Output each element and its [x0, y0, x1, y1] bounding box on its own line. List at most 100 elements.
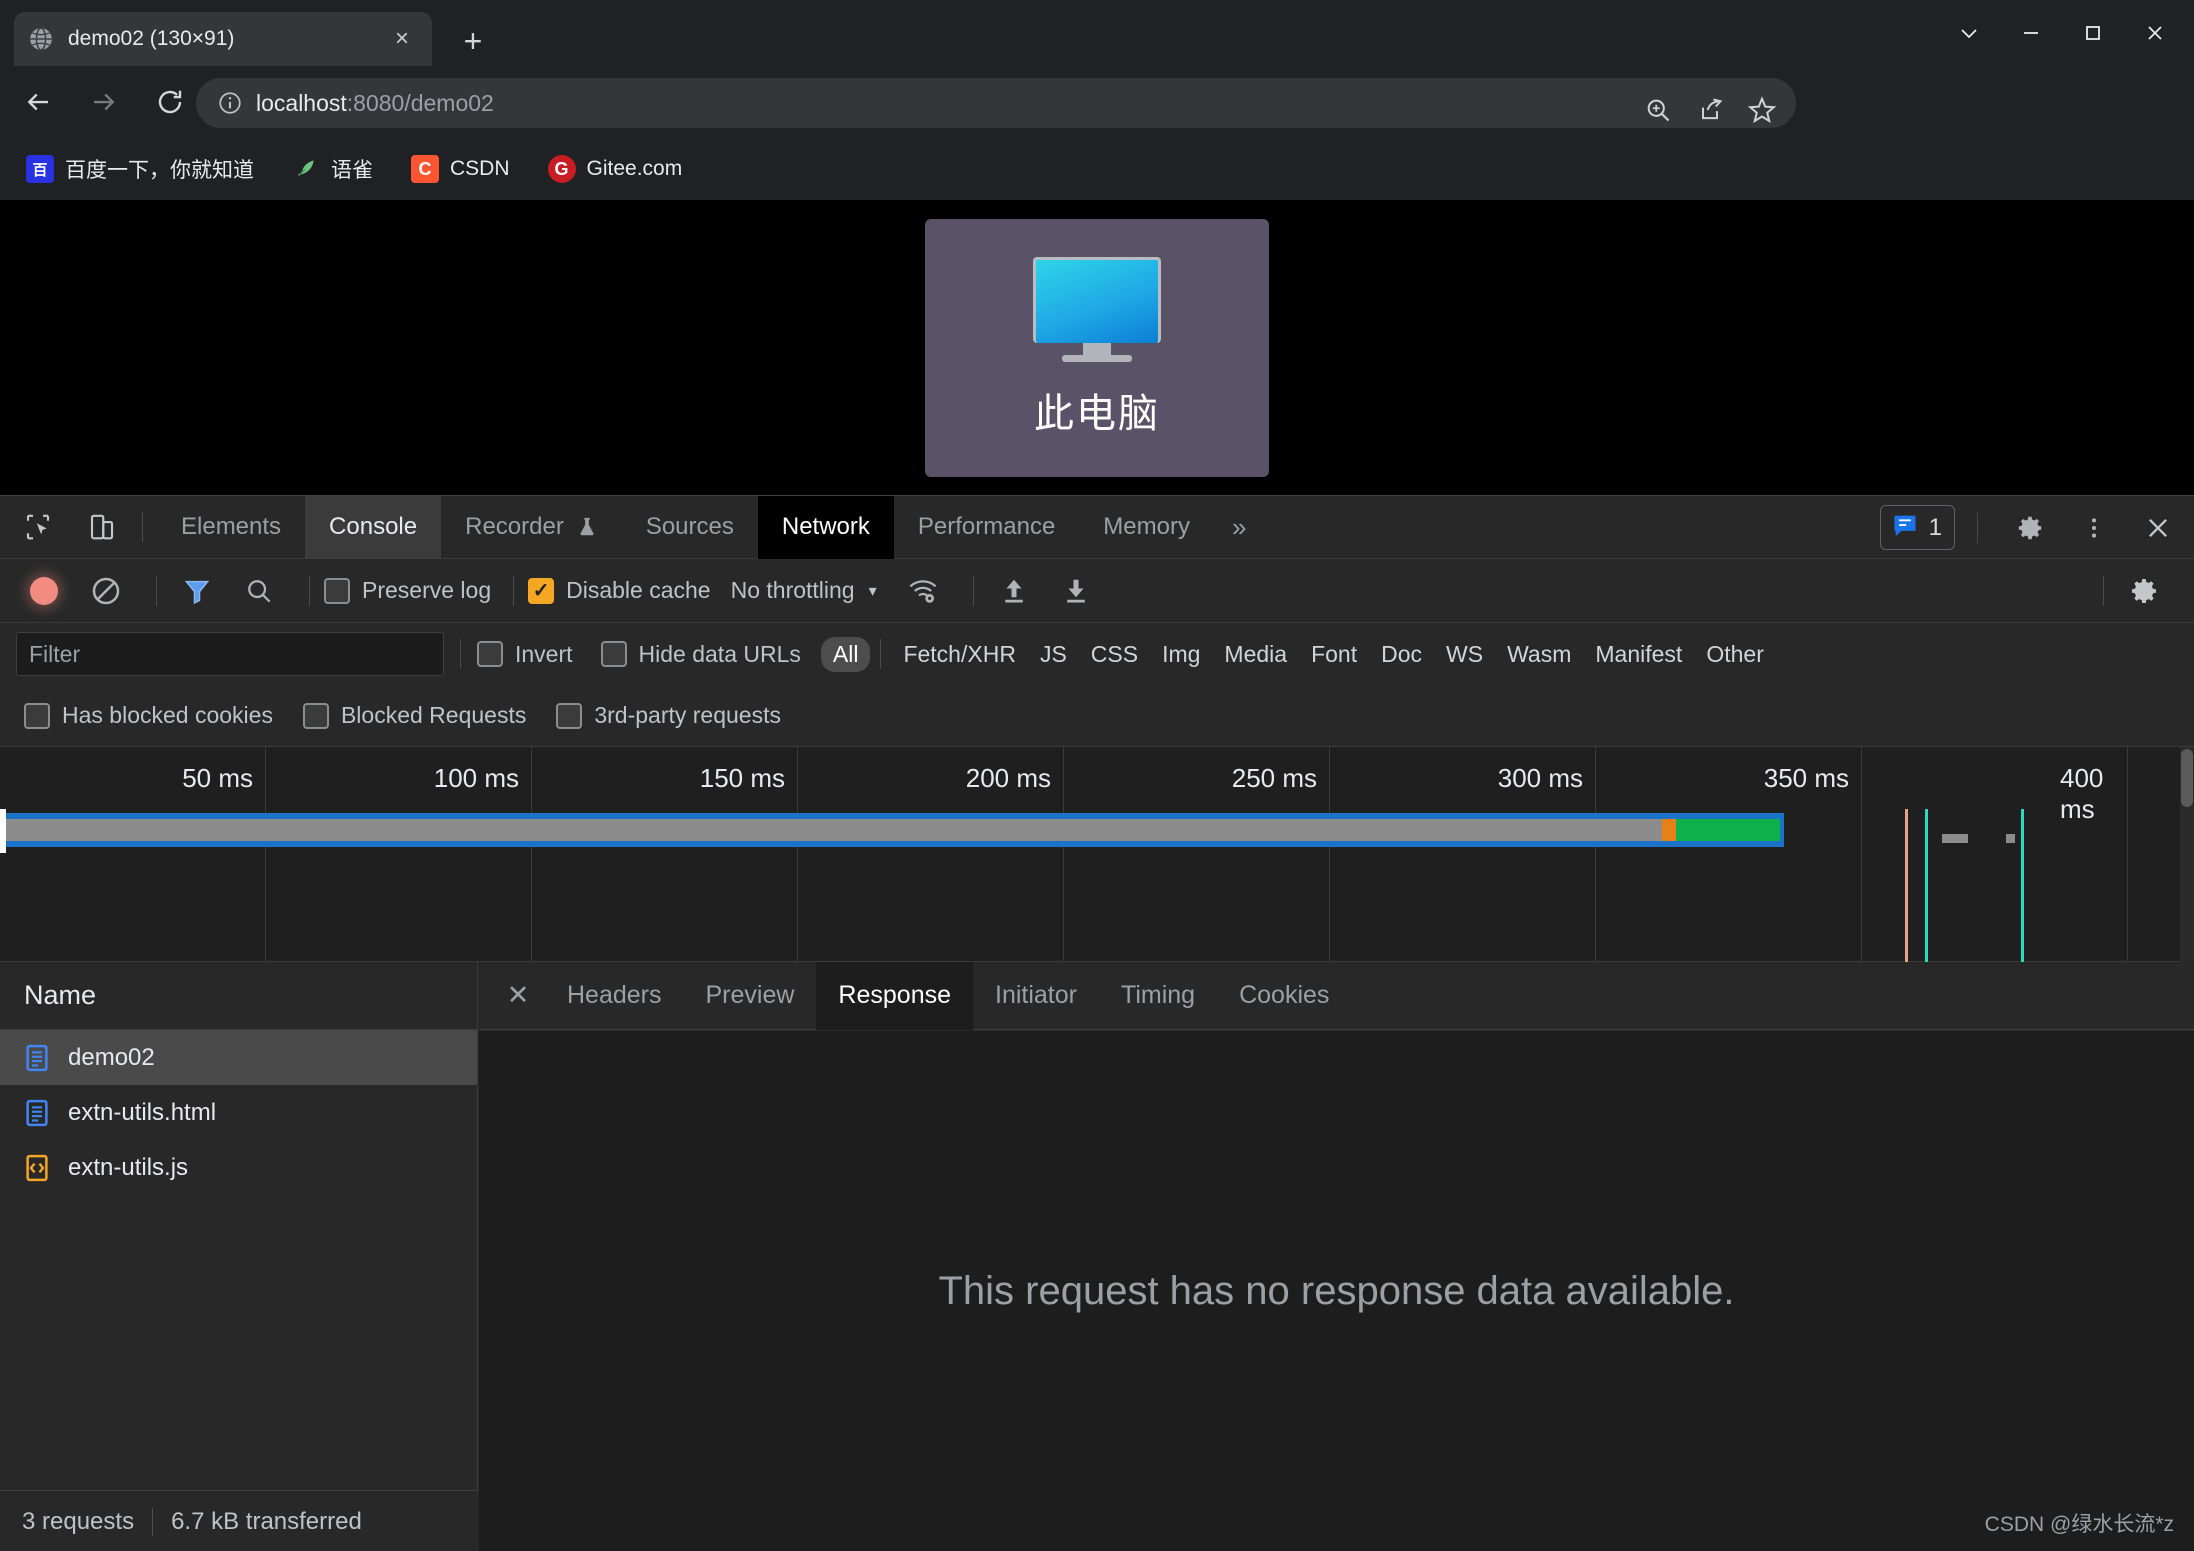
- bookmark-yuque[interactable]: 语雀: [284, 149, 381, 189]
- divider: [156, 575, 157, 606]
- close-devtools-icon[interactable]: [2132, 502, 2184, 554]
- address-bar[interactable]: localhost:8080/demo02: [196, 78, 1796, 128]
- divider: [460, 639, 461, 669]
- filter-type-img[interactable]: Img: [1150, 637, 1212, 672]
- document-icon: [22, 1043, 52, 1073]
- navigation-bar: localhost:8080/demo02: [0, 66, 2194, 188]
- document-icon: [22, 1098, 52, 1128]
- bookmark-label: 语雀: [331, 159, 373, 182]
- reload-button-icon[interactable]: [142, 74, 198, 130]
- invert-checkbox[interactable]: Invert: [477, 641, 573, 668]
- more-options-icon[interactable]: [2068, 502, 2120, 554]
- maximize-icon[interactable]: [2062, 8, 2124, 58]
- wifi-settings-icon[interactable]: [897, 565, 949, 617]
- bookmark-csdn[interactable]: C CSDN: [403, 150, 518, 188]
- device-toolbar-icon[interactable]: [76, 501, 128, 553]
- tab-recorder[interactable]: Recorder: [441, 496, 622, 559]
- zoom-in-icon[interactable]: [1632, 84, 1684, 136]
- detail-tab-preview[interactable]: Preview: [684, 962, 817, 1030]
- import-har-icon[interactable]: [988, 565, 1040, 617]
- load-event-marker-2: [2021, 809, 2024, 962]
- export-har-icon[interactable]: [1050, 565, 1102, 617]
- filter-type-css[interactable]: CSS: [1079, 637, 1150, 672]
- table-row[interactable]: extn-utils.js: [0, 1140, 477, 1195]
- detail-tab-timing[interactable]: Timing: [1099, 962, 1217, 1030]
- timeline-tick: 300 ms: [1497, 763, 1583, 793]
- console-message-badge[interactable]: 1: [1879, 505, 1955, 550]
- filter-type-doc[interactable]: Doc: [1369, 637, 1434, 672]
- blocked-requests-label: Blocked Requests: [340, 702, 527, 728]
- close-window-icon[interactable]: [2124, 8, 2186, 58]
- minimize-icon[interactable]: [2000, 8, 2062, 58]
- filter-type-fetch-xhr[interactable]: Fetch/XHR: [891, 637, 1027, 672]
- overview-left-handle[interactable]: [0, 809, 6, 853]
- blocked-requests-checkbox[interactable]: Blocked Requests: [302, 702, 527, 729]
- bookmark-star-icon[interactable]: [1736, 84, 1788, 136]
- share-icon[interactable]: [1684, 84, 1736, 136]
- close-tab-icon[interactable]: ×: [386, 23, 418, 55]
- hide-data-urls-checkbox[interactable]: Hide data URLs: [600, 640, 801, 668]
- inspect-element-icon[interactable]: [12, 501, 64, 553]
- request-name: demo02: [68, 1043, 155, 1071]
- filter-type-media[interactable]: Media: [1212, 637, 1299, 672]
- record-button[interactable]: [18, 565, 70, 617]
- network-overview-timeline[interactable]: 50 ms 100 ms 150 ms 200 ms 250 ms 300 ms…: [0, 747, 2194, 962]
- back-button-icon[interactable]: [10, 74, 66, 130]
- browser-tab[interactable]: demo02 (130×91) ×: [14, 12, 432, 66]
- column-header-name[interactable]: Name: [0, 962, 477, 1030]
- tab-sources[interactable]: Sources: [622, 496, 758, 559]
- filter-type-manifest[interactable]: Manifest: [1583, 637, 1694, 672]
- filter-input[interactable]: Filter: [16, 632, 444, 676]
- preserve-log-checkbox[interactable]: Preserve log: [324, 577, 491, 604]
- detail-tab-headers[interactable]: Headers: [545, 962, 684, 1030]
- tab-console[interactable]: Console: [305, 495, 442, 559]
- filter-type-js[interactable]: JS: [1028, 637, 1079, 672]
- filter-type-all[interactable]: All: [820, 636, 871, 672]
- clear-icon[interactable]: [80, 565, 132, 617]
- settings-gear-icon[interactable]: [2004, 502, 2056, 554]
- filter-type-wasm[interactable]: Wasm: [1495, 637, 1583, 672]
- overview-scrollbar[interactable]: [2180, 747, 2194, 962]
- third-party-requests-checkbox[interactable]: 3rd-party requests: [556, 702, 781, 729]
- throttling-select[interactable]: No throttling: [731, 577, 855, 604]
- yuque-icon: [292, 155, 320, 183]
- detail-tab-initiator[interactable]: Initiator: [973, 962, 1099, 1030]
- tab-performance[interactable]: Performance: [894, 496, 1079, 559]
- request-name: extn-utils.html: [68, 1098, 217, 1126]
- hide-data-urls-label: Hide data URLs: [638, 640, 801, 667]
- chevron-down-icon[interactable]: ▾: [869, 581, 877, 601]
- filter-type-font[interactable]: Font: [1299, 637, 1369, 672]
- search-icon[interactable]: [233, 565, 285, 617]
- forward-button-icon[interactable]: [76, 74, 132, 130]
- network-request-list: Name demo02 extn-utils.html extn-utils.j…: [0, 962, 478, 1551]
- timeline-tick: 400 ms: [2060, 763, 2104, 824]
- tab-search-icon[interactable]: [1938, 8, 2000, 58]
- tab-network[interactable]: Network: [757, 495, 894, 559]
- filter-funnel-icon[interactable]: [171, 565, 223, 617]
- site-info-icon[interactable]: [212, 85, 248, 121]
- checkbox-box: [600, 641, 627, 667]
- disable-cache-checkbox[interactable]: Disable cache: [528, 577, 711, 604]
- bookmark-baidu[interactable]: 百 百度一下，你就知道: [18, 149, 262, 189]
- detail-tab-response[interactable]: Response: [816, 961, 973, 1030]
- this-pc-tile[interactable]: 此电脑: [925, 218, 1269, 477]
- tab-memory[interactable]: Memory: [1079, 496, 1214, 559]
- overview-request-bar: [6, 819, 1662, 841]
- detail-tab-cookies[interactable]: Cookies: [1217, 962, 1351, 1030]
- table-row[interactable]: demo02: [0, 1030, 477, 1085]
- checkbox-box: [528, 577, 555, 604]
- more-tabs-icon[interactable]: »: [1214, 496, 1264, 559]
- has-blocked-cookies-checkbox[interactable]: Has blocked cookies: [24, 702, 273, 729]
- checkbox-box: [556, 702, 583, 729]
- new-tab-button[interactable]: +: [452, 20, 494, 62]
- filter-type-other[interactable]: Other: [1694, 637, 1776, 672]
- network-filter-bar-secondary: Has blocked cookies Blocked Requests 3rd…: [0, 685, 2194, 747]
- bookmark-gitee[interactable]: G Gitee.com: [540, 150, 691, 188]
- table-row[interactable]: extn-utils.html: [0, 1085, 477, 1140]
- overview-small-request-1: [1942, 834, 1968, 843]
- filter-type-ws[interactable]: WS: [1434, 637, 1495, 672]
- tab-elements[interactable]: Elements: [157, 496, 305, 559]
- timeline-tick: 100 ms: [433, 763, 519, 793]
- network-settings-gear-icon[interactable]: [2118, 565, 2170, 617]
- close-detail-icon[interactable]: ✕: [491, 969, 545, 1023]
